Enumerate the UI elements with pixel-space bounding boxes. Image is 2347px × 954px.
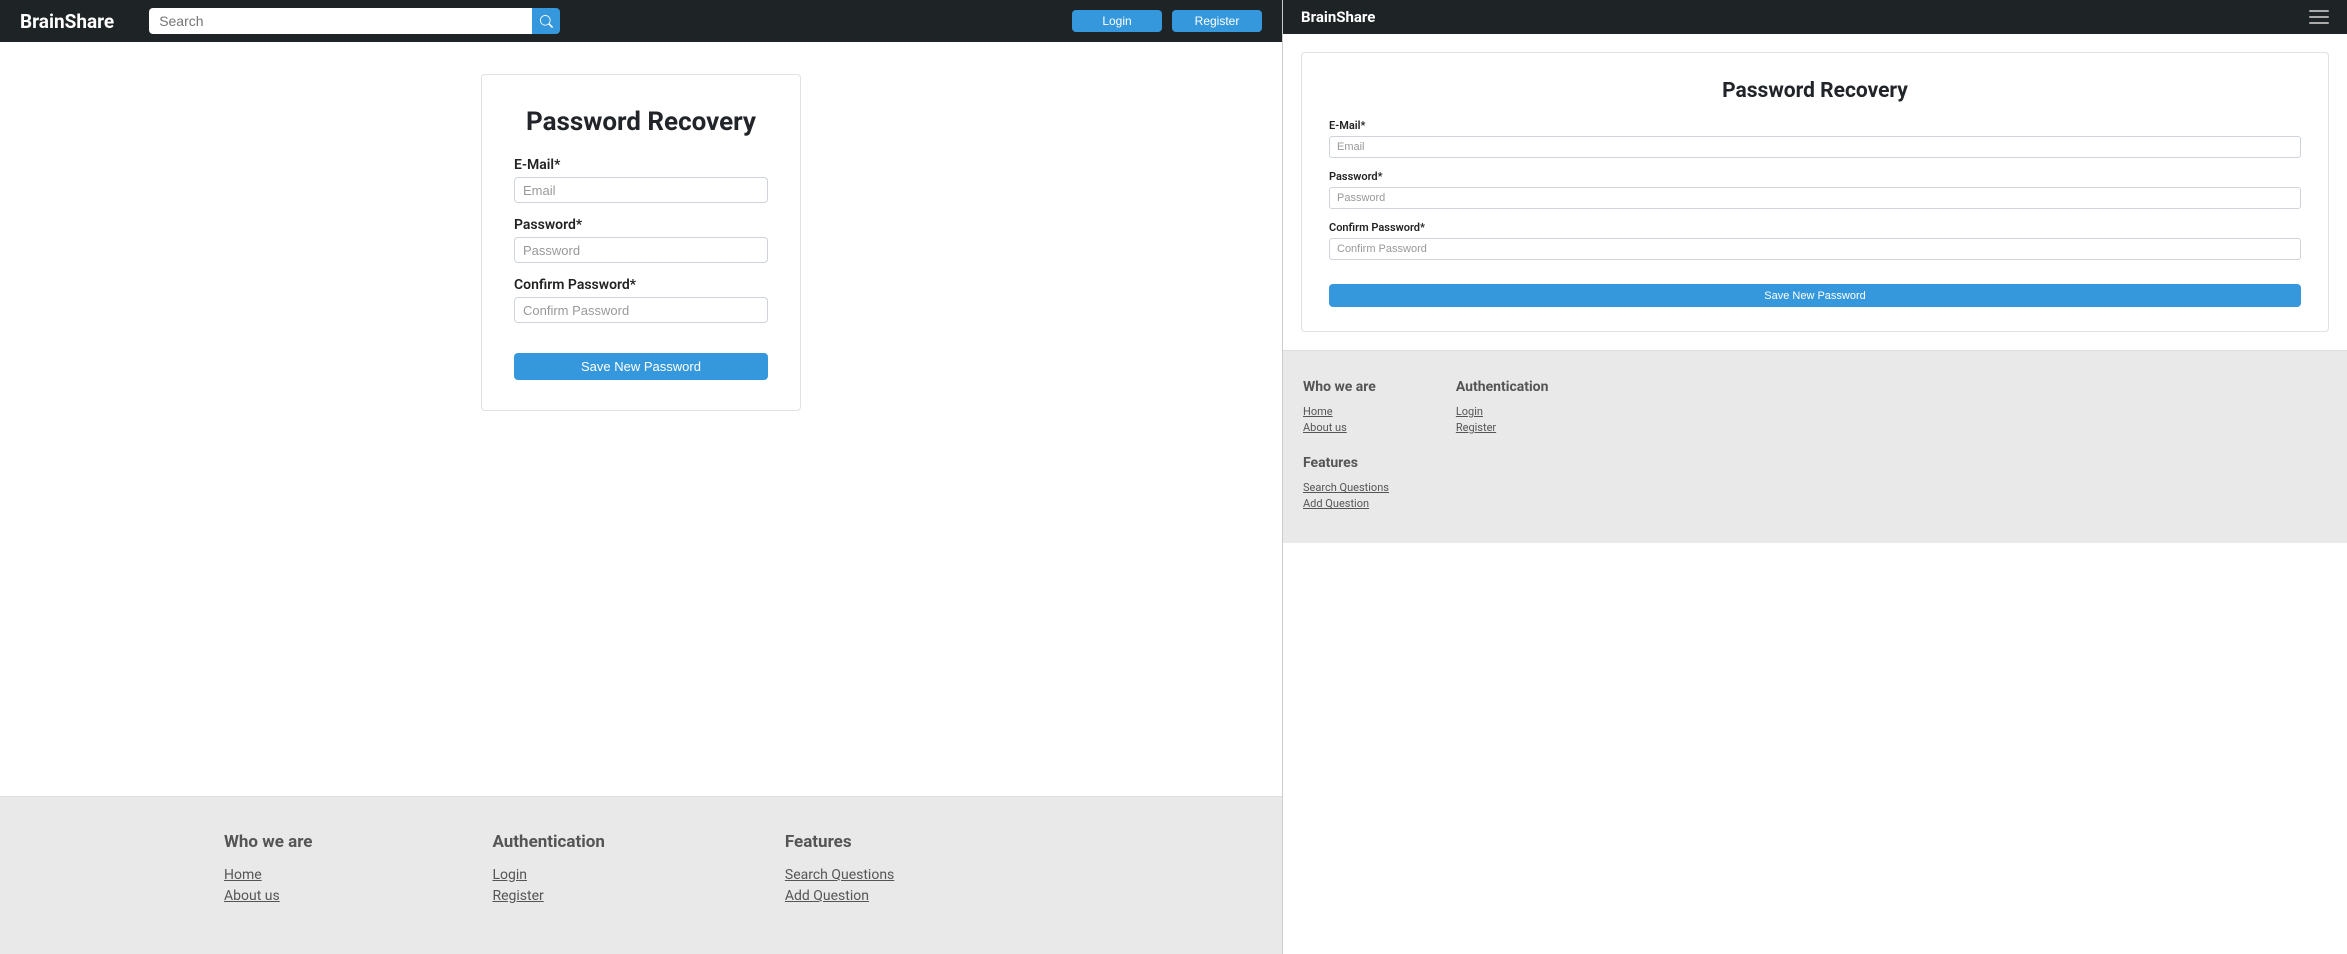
footer-link-about-mobile[interactable]: About us xyxy=(1303,421,1376,434)
confirm-password-label-mobile: Confirm Password* xyxy=(1329,221,2301,234)
hamburger-icon xyxy=(2309,22,2329,24)
footer-link-search-questions-mobile[interactable]: Search Questions xyxy=(1303,481,2327,494)
password-field[interactable] xyxy=(514,237,768,263)
footer-mobile: Who we are Home About us Authentication … xyxy=(1283,350,2347,543)
footer-features-title: Features xyxy=(785,832,894,852)
email-label-mobile: E-Mail* xyxy=(1329,119,2301,132)
password-label-mobile: Password* xyxy=(1329,170,2301,183)
footer-col-who-mobile: Who we are Home About us xyxy=(1303,379,1376,437)
footer-col-auth-mobile: Authentication Login Register xyxy=(1456,379,1549,437)
footer-who-title: Who we are xyxy=(224,832,312,852)
footer-link-register[interactable]: Register xyxy=(492,888,604,904)
search-icon xyxy=(540,15,553,28)
login-button[interactable]: Login xyxy=(1072,10,1162,32)
footer-features-title-mobile: Features xyxy=(1303,455,2327,471)
footer-who-title-mobile: Who we are xyxy=(1303,379,1376,395)
brand-logo[interactable]: BrainShare xyxy=(20,10,114,33)
footer-col-features-mobile: Features Search Questions Add Question xyxy=(1303,455,2327,510)
footer-link-home-mobile[interactable]: Home xyxy=(1303,405,1376,418)
footer-link-search-questions[interactable]: Search Questions xyxy=(785,867,894,883)
footer-auth-title: Authentication xyxy=(492,832,604,852)
navbar: BrainShare Login Register xyxy=(0,0,1282,42)
email-field-mobile[interactable] xyxy=(1329,136,2301,158)
confirm-password-field[interactable] xyxy=(514,297,768,323)
footer-link-login[interactable]: Login xyxy=(492,867,604,883)
navbar-mobile: BrainShare xyxy=(1283,0,2347,34)
confirm-password-field-mobile[interactable] xyxy=(1329,238,2301,260)
mobile-viewport: BrainShare Password Recovery E-Mail* Pas… xyxy=(1283,0,2347,954)
brand-logo-mobile[interactable]: BrainShare xyxy=(1301,8,1375,26)
card-title: Password Recovery xyxy=(514,107,768,137)
password-recovery-card: Password Recovery E-Mail* Password* Conf… xyxy=(481,74,801,411)
footer-link-login-mobile[interactable]: Login xyxy=(1456,405,1549,418)
password-label: Password* xyxy=(514,217,768,233)
hamburger-icon xyxy=(2309,10,2329,12)
footer-link-add-question[interactable]: Add Question xyxy=(785,888,894,904)
footer-col-auth: Authentication Login Register xyxy=(492,832,604,909)
desktop-viewport: BrainShare Login Register Password Recov… xyxy=(0,0,1283,954)
footer-link-register-mobile[interactable]: Register xyxy=(1456,421,1549,434)
save-password-button[interactable]: Save New Password xyxy=(514,353,768,380)
footer-col-features: Features Search Questions Add Question xyxy=(785,832,894,909)
save-password-button-mobile[interactable]: Save New Password xyxy=(1329,284,2301,307)
main-content-mobile: Password Recovery E-Mail* Password* Conf… xyxy=(1283,34,2347,350)
hamburger-icon xyxy=(2309,16,2329,18)
footer: Who we are Home About us Authentication … xyxy=(0,796,1282,954)
search-group xyxy=(149,8,560,34)
email-label: E-Mail* xyxy=(514,157,768,173)
footer-col-who: Who we are Home About us xyxy=(224,832,312,909)
footer-link-add-question-mobile[interactable]: Add Question xyxy=(1303,497,2327,510)
card-title-mobile: Password Recovery xyxy=(1329,79,2301,103)
footer-auth-title-mobile: Authentication xyxy=(1456,379,1549,395)
footer-link-home[interactable]: Home xyxy=(224,867,312,883)
email-field[interactable] xyxy=(514,177,768,203)
search-input[interactable] xyxy=(149,8,532,34)
footer-link-about[interactable]: About us xyxy=(224,888,312,904)
main-content: Password Recovery E-Mail* Password* Conf… xyxy=(0,42,1282,796)
password-recovery-card-mobile: Password Recovery E-Mail* Password* Conf… xyxy=(1301,52,2329,332)
confirm-password-label: Confirm Password* xyxy=(514,277,768,293)
password-field-mobile[interactable] xyxy=(1329,187,2301,209)
register-button[interactable]: Register xyxy=(1172,10,1262,32)
hamburger-menu-button[interactable] xyxy=(2309,10,2329,24)
search-button[interactable] xyxy=(532,8,560,34)
